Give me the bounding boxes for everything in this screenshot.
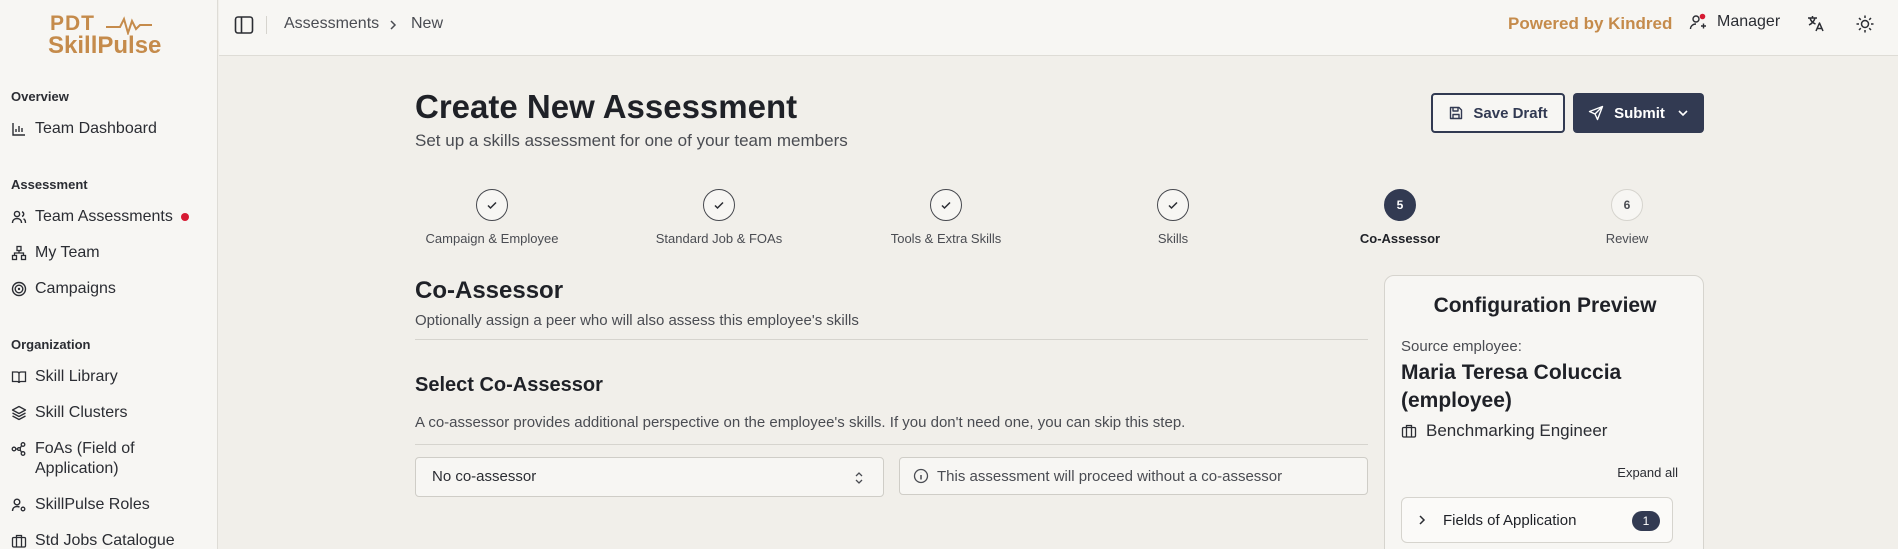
briefcase-icon: [11, 534, 27, 548]
sidebar-section-assessment: Assessment: [11, 177, 88, 192]
submit-label: Submit: [1614, 104, 1665, 122]
count-badge: 1: [1632, 511, 1660, 531]
header-divider: [266, 16, 267, 34]
step-label: Review: [1605, 231, 1649, 246]
powered-by-text: Powered by Kindred: [1508, 14, 1673, 33]
role-switcher[interactable]: Manager: [1689, 13, 1780, 31]
step-complete-check-icon: [930, 189, 962, 221]
target-icon: [11, 281, 27, 297]
sidebar-item-my-team[interactable]: My Team: [11, 243, 211, 263]
expand-all-button[interactable]: Expand all: [1617, 465, 1678, 480]
sidebar-item-skill-clusters[interactable]: Skill Clusters: [11, 403, 211, 423]
page-title: Create New Assessment: [415, 88, 798, 125]
top-header: Assessments New Powered by Kindred Manag…: [219, 0, 1898, 56]
divider: [415, 444, 1368, 445]
step-tools-extra-skills[interactable]: Tools & Extra Skills: [856, 189, 1036, 246]
source-job: Benchmarking Engineer: [1401, 421, 1607, 441]
logo[interactable]: PDT SkillPulse: [48, 12, 168, 59]
step-co-assessor[interactable]: 5 Co-Assessor: [1310, 189, 1490, 246]
step-skills[interactable]: Skills: [1083, 189, 1263, 246]
breadcrumb-assessments[interactable]: Assessments: [284, 15, 379, 33]
user-cog-icon: [11, 498, 26, 512]
select-co-assessor-title: Select Co-Assessor: [415, 374, 603, 396]
logo-text-skillpulse: SkillPulse: [48, 32, 162, 59]
chevrons-up-down-icon: [855, 472, 863, 484]
sidebar-item-foas[interactable]: FoAs (Field of Application): [11, 439, 211, 479]
submit-button[interactable]: Submit: [1573, 93, 1704, 133]
sidebar-toggle-icon[interactable]: [234, 15, 254, 35]
step-complete-check-icon: [476, 189, 508, 221]
role-label: Manager: [1717, 13, 1781, 30]
save-draft-label: Save Draft: [1473, 104, 1548, 122]
share-icon: [11, 442, 26, 456]
breadcrumb-new: New: [411, 15, 444, 32]
network-icon: [11, 245, 27, 261]
select-co-assessor-description: A co-assessor provides additional perspe…: [415, 414, 1186, 431]
step-label: Campaign & Employee: [425, 231, 559, 246]
save-draft-button[interactable]: Save Draft: [1431, 93, 1565, 133]
source-job-title: Benchmarking Engineer: [1426, 421, 1608, 440]
step-review[interactable]: 6 Review: [1537, 189, 1717, 246]
step-label: Tools & Extra Skills: [890, 231, 1002, 246]
layers-icon: [11, 405, 27, 421]
sidebar-item-skill-library[interactable]: Skill Library: [11, 367, 211, 387]
sidebar-item-campaigns[interactable]: Campaigns: [11, 279, 211, 299]
step-standard-job-foas[interactable]: Standard Job & FOAs: [629, 189, 809, 246]
briefcase-icon: [1401, 424, 1417, 438]
step-label: Skills: [1157, 231, 1189, 246]
user-role-icon: [1689, 13, 1706, 30]
configuration-preview-card: Configuration Preview Source employee: M…: [1384, 275, 1704, 549]
sidebar-item-team-assessments[interactable]: Team Assessments: [11, 207, 211, 227]
translate-icon[interactable]: [1806, 14, 1826, 34]
source-employee-label: Source employee:: [1401, 338, 1522, 355]
step-number: 6: [1611, 189, 1643, 221]
users-icon: [11, 210, 27, 224]
sidebar-item-std-jobs-catalogue[interactable]: Std Jobs Catalogue: [11, 531, 211, 549]
notification-dot: [180, 213, 189, 221]
page-subtitle: Set up a skills assessment for one of yo…: [415, 131, 848, 150]
section-title: Co-Assessor: [415, 277, 564, 304]
step-label: Co-Assessor: [1359, 231, 1441, 246]
co-assessor-select[interactable]: No co-assessor: [415, 457, 884, 497]
chevron-right-icon: [390, 20, 397, 30]
theme-toggle-icon[interactable]: [1855, 14, 1875, 34]
sidebar-item-skillpulse-roles[interactable]: SkillPulse Roles: [11, 495, 211, 515]
step-number: 5: [1384, 189, 1416, 221]
fields-of-application-label: Fields of Application: [1443, 511, 1577, 529]
divider: [415, 339, 1368, 340]
configuration-preview-title: Configuration Preview: [1433, 294, 1657, 317]
chevron-down-icon[interactable]: [1677, 107, 1689, 119]
sidebar-section-organization: Organization: [11, 337, 91, 352]
co-assessor-select-value: No co-assessor: [432, 468, 537, 485]
save-icon: [1450, 106, 1463, 120]
send-icon: [1588, 105, 1604, 121]
step-complete-check-icon: [703, 189, 735, 221]
sidebar-section-overview: Overview: [11, 89, 69, 104]
co-assessor-info-text: This assessment will proceed without a c…: [937, 467, 1283, 485]
bar-chart-icon: [12, 123, 25, 136]
sidebar: PDT SkillPulse Overview Team Dashboard A…: [0, 0, 218, 549]
fields-of-application-accordion[interactable]: Fields of Application 1: [1401, 497, 1673, 543]
sidebar-item-team-dashboard[interactable]: Team Dashboard: [11, 119, 211, 139]
book-icon: [11, 371, 27, 384]
step-complete-check-icon: [1157, 189, 1189, 221]
source-employee-name: Maria Teresa Coluccia (employee): [1401, 361, 1622, 412]
step-label: Standard Job & FOAs: [655, 231, 783, 246]
info-icon: [913, 468, 929, 484]
co-assessor-info-box: This assessment will proceed without a c…: [899, 457, 1368, 495]
step-campaign-employee[interactable]: Campaign & Employee: [402, 189, 582, 246]
section-subtitle: Optionally assign a peer who will also a…: [415, 312, 859, 329]
chevron-right-icon: [1419, 515, 1426, 525]
